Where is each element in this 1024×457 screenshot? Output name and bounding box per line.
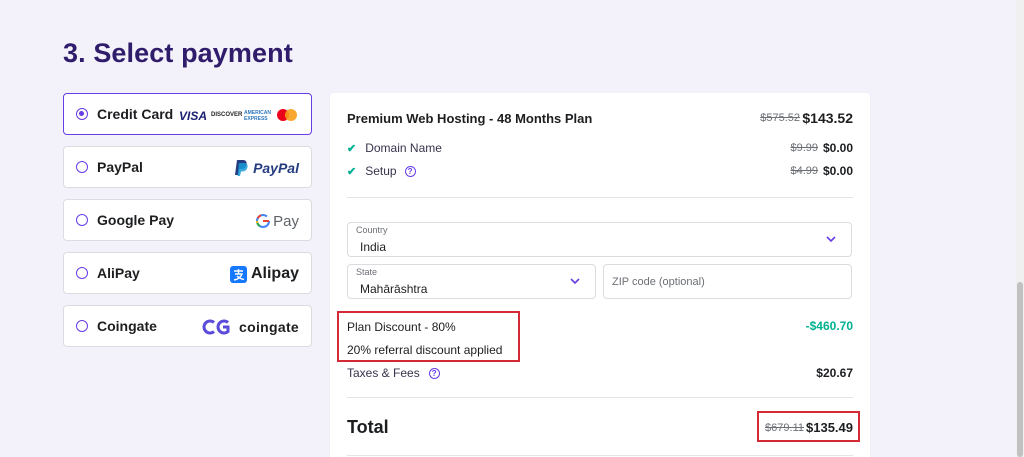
total-highlight-box (757, 411, 860, 442)
payment-method-list: Credit Card VISA DISCOVER AMERICAN EXPRE… (63, 93, 312, 358)
alipay-wordmark: Alipay (250, 265, 299, 282)
coingate-wordmark: coingate (239, 319, 299, 335)
paypal-logo: PayPal (234, 157, 299, 179)
country-caption: Country (356, 225, 388, 235)
payment-option-label: PayPal (97, 159, 143, 175)
alipay-icon (229, 265, 247, 283)
help-icon[interactable]: ? (404, 165, 416, 177)
coingate-icon (202, 319, 230, 335)
divider (347, 455, 853, 456)
order-summary-card: Premium Web Hosting - 48 Months Plan $57… (330, 93, 870, 457)
state-caption: State (356, 267, 378, 277)
help-icon[interactable]: ? (428, 367, 440, 379)
feature-setup: ✔ Setup ? (347, 164, 416, 178)
taxes-fees-text: Taxes & Fees (347, 366, 420, 380)
card-logos: VISA DISCOVER AMERICAN EXPRESS (179, 104, 299, 126)
payment-option-label: Google Pay (97, 212, 175, 228)
plan-discount-value: -$460.70 (805, 319, 853, 333)
paypal-icon (235, 160, 248, 176)
card-brand-logos-icon: VISA DISCOVER AMERICAN EXPRESS (179, 109, 297, 123)
payment-option-alipay[interactable]: AliPay Alipay (63, 252, 312, 294)
page-scrollbar-thumb[interactable] (1017, 282, 1023, 457)
coingate-logo: coingate (201, 316, 299, 338)
zip-code-input[interactable]: ZIP code (optional) (603, 264, 852, 299)
mastercard-right-icon (285, 109, 297, 121)
feature-original-price: $9.99 (790, 142, 818, 154)
chevron-down-icon (570, 278, 580, 285)
zip-code-placeholder: ZIP code (optional) (612, 276, 705, 288)
taxes-fees-label: Taxes & Fees ? (347, 366, 440, 380)
taxes-fees-value: $20.67 (816, 366, 853, 380)
paypal-wordmark: PayPal (253, 160, 299, 176)
alipay-logo: Alipay (229, 263, 299, 285)
state-value: Mahārāshtra (360, 282, 428, 296)
section-title: 3. Select payment (63, 38, 293, 68)
plan-original-price: $575.52 (760, 112, 800, 124)
feature-label: Setup (365, 164, 397, 178)
radio-button[interactable] (76, 320, 88, 332)
discount-highlight-box (337, 311, 520, 362)
checkmark-icon: ✔ (347, 165, 357, 178)
amex-logo-bottom: EXPRESS (244, 116, 268, 122)
radio-button[interactable] (76, 214, 88, 226)
country-value: India (360, 240, 387, 254)
total-label: Total (347, 417, 389, 437)
divider (347, 397, 853, 398)
plan-price: $143.52 (802, 110, 853, 126)
discover-logo: DISCOVER (211, 112, 243, 118)
checkmark-icon: ✔ (347, 142, 357, 155)
chevron-down-icon (826, 236, 836, 243)
state-select[interactable]: State Mahārāshtra (347, 264, 596, 299)
payment-option-google-pay[interactable]: Google Pay Pay (63, 199, 312, 241)
google-g-icon (256, 214, 271, 228)
payment-option-coingate[interactable]: Coingate coingate (63, 305, 312, 347)
radio-button[interactable] (76, 161, 88, 173)
payment-option-label: Coingate (97, 318, 157, 334)
feature-original-price: $4.99 (790, 165, 818, 177)
radio-button[interactable] (76, 267, 88, 279)
payment-option-paypal[interactable]: PayPal PayPal (63, 146, 312, 188)
country-select[interactable]: Country India (347, 222, 852, 257)
divider (347, 197, 853, 198)
feature-price: $0.00 (822, 164, 853, 178)
payment-option-label: AliPay (97, 265, 140, 281)
payment-option-label: Credit Card (97, 106, 174, 122)
payment-option-credit-card[interactable]: Credit Card VISA DISCOVER AMERICAN EXPRE… (63, 93, 312, 135)
visa-logo: VISA (179, 109, 207, 123)
google-pay-logo: Pay (256, 210, 299, 232)
feature-label: Domain Name (365, 141, 442, 155)
plan-title: Premium Web Hosting - 48 Months Plan (347, 111, 593, 126)
radio-button[interactable] (76, 108, 88, 120)
feature-domain-name: ✔ Domain Name (347, 141, 442, 155)
feature-price: $0.00 (822, 141, 853, 155)
google-pay-wordmark: Pay (273, 212, 299, 230)
